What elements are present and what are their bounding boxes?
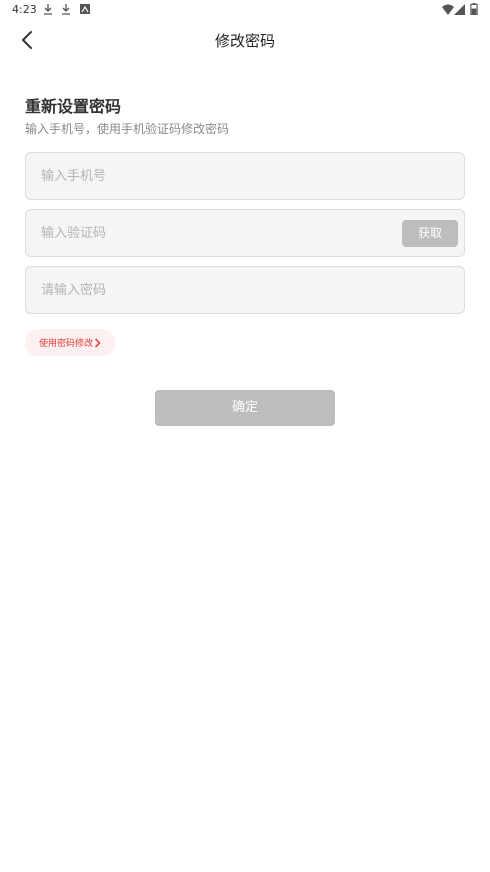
verification-code-input[interactable] [41,210,401,256]
wifi-icon [442,4,454,15]
signal-icon [454,4,465,15]
status-time: 4:23 [12,3,37,16]
download-icon [44,4,52,15]
photo-icon [80,4,90,14]
download-icon [62,4,70,15]
chevron-right-icon [94,337,101,348]
phone-input[interactable] [41,153,401,199]
verification-code-field: 获取 [25,209,465,257]
password-input[interactable] [41,267,401,313]
status-bar: 4:23 [0,0,490,20]
use-password-modify-link[interactable]: 使用密码修改 [25,329,116,356]
use-password-modify-label: 使用密码修改 [39,339,94,349]
phone-field [25,152,465,200]
confirm-button[interactable]: 确定 [155,390,335,426]
section-subtitle: 输入手机号，使用手机验证码修改密码 [25,122,230,136]
get-code-button[interactable]: 获取 [402,220,458,247]
page-title: 修改密码 [214,32,275,50]
password-field [25,266,465,314]
battery-icon [470,3,478,15]
section-title: 重新设置密码 [25,97,122,116]
top-bar: 修改密码 [0,20,490,60]
